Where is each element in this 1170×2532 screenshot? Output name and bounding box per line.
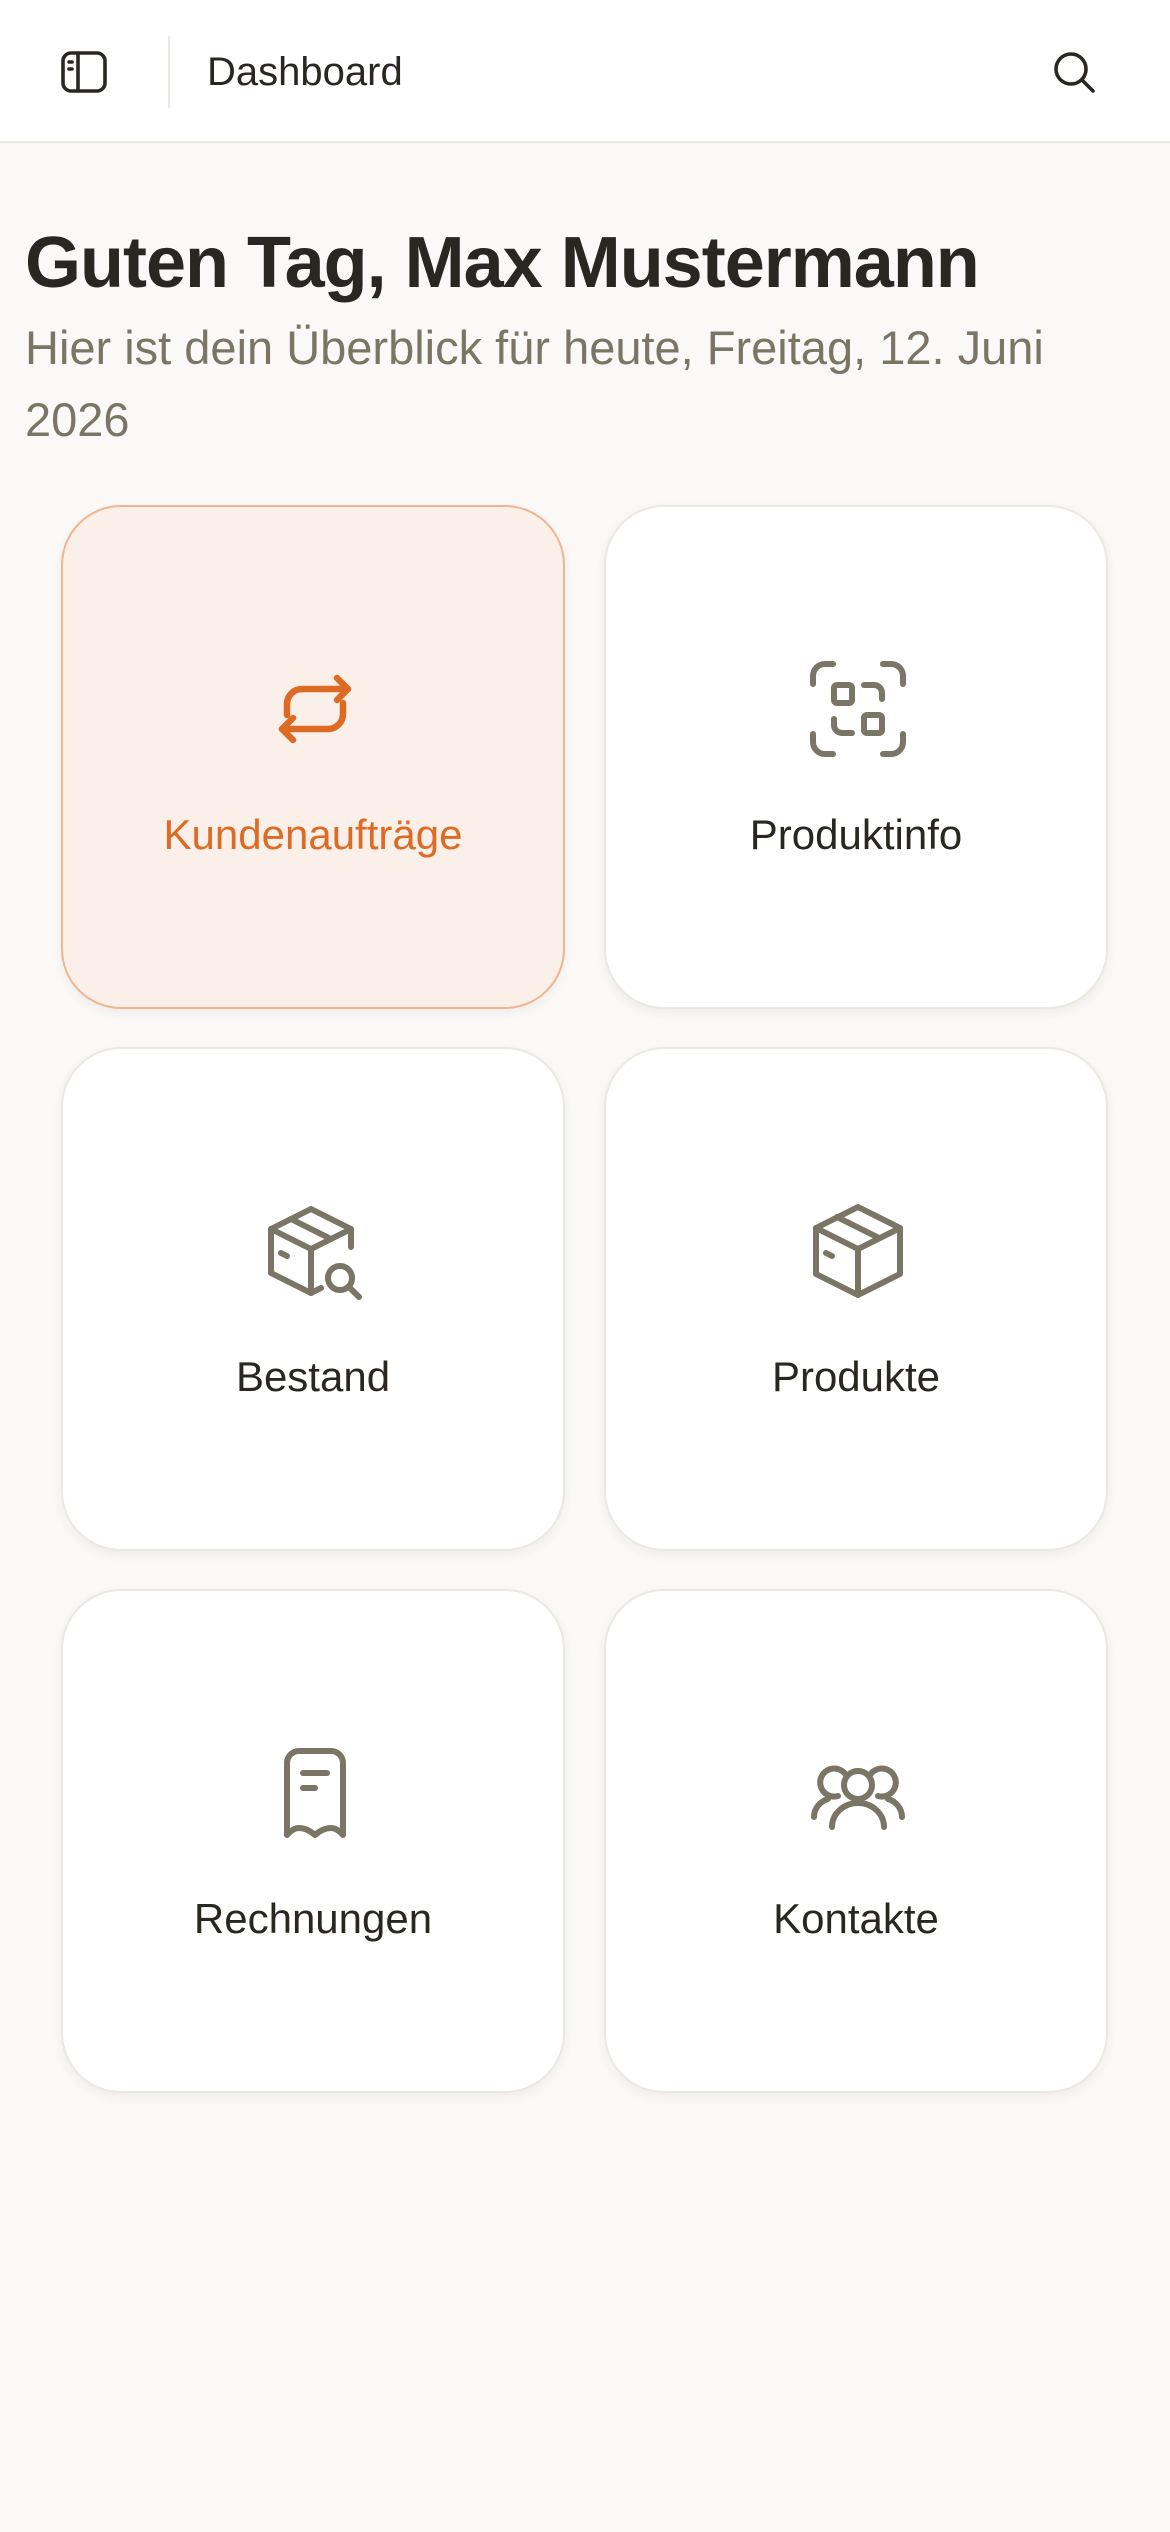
tile-label: Produktinfo xyxy=(749,811,963,858)
package-search-icon xyxy=(268,1206,362,1300)
tile-bestand[interactable]: Bestand xyxy=(61,1047,565,1551)
sidebar-panel-icon xyxy=(61,51,107,93)
tile-produktinfo[interactable]: Produktinfo xyxy=(604,505,1108,1009)
tile-label: Produkte xyxy=(771,1353,941,1400)
overview-subtitle: Hier ist dein Überblick für heute, Freit… xyxy=(25,321,1044,446)
tile-label: Kontakte xyxy=(773,1895,939,1942)
users-icon xyxy=(811,1765,905,1830)
tile-rechnungen[interactable]: Rechnungen xyxy=(61,1589,565,2093)
sidebar-toggle-button[interactable] xyxy=(54,44,114,100)
repeat-arrows-icon xyxy=(278,674,352,744)
receipt-icon xyxy=(284,1748,346,1838)
tile-label: Kundenaufträge xyxy=(163,811,463,858)
search-icon xyxy=(1054,52,1095,93)
greeting-heading: Guten Tag, Max Mustermann xyxy=(25,223,980,303)
scan-code-icon xyxy=(810,661,906,757)
tile-produkte[interactable]: Produkte xyxy=(604,1047,1108,1551)
header-divider xyxy=(168,36,170,108)
search-button[interactable] xyxy=(1046,42,1102,102)
package-icon xyxy=(813,1204,903,1298)
tile-kontakte[interactable]: Kontakte xyxy=(604,1589,1108,2093)
tile-kundenauftraege[interactable]: Kundenaufträge xyxy=(61,505,565,1009)
tile-label: Rechnungen xyxy=(193,1895,433,1942)
top-bar: Dashboard xyxy=(0,0,1170,143)
page-title: Dashboard xyxy=(207,50,403,94)
tile-label: Bestand xyxy=(235,1353,391,1400)
